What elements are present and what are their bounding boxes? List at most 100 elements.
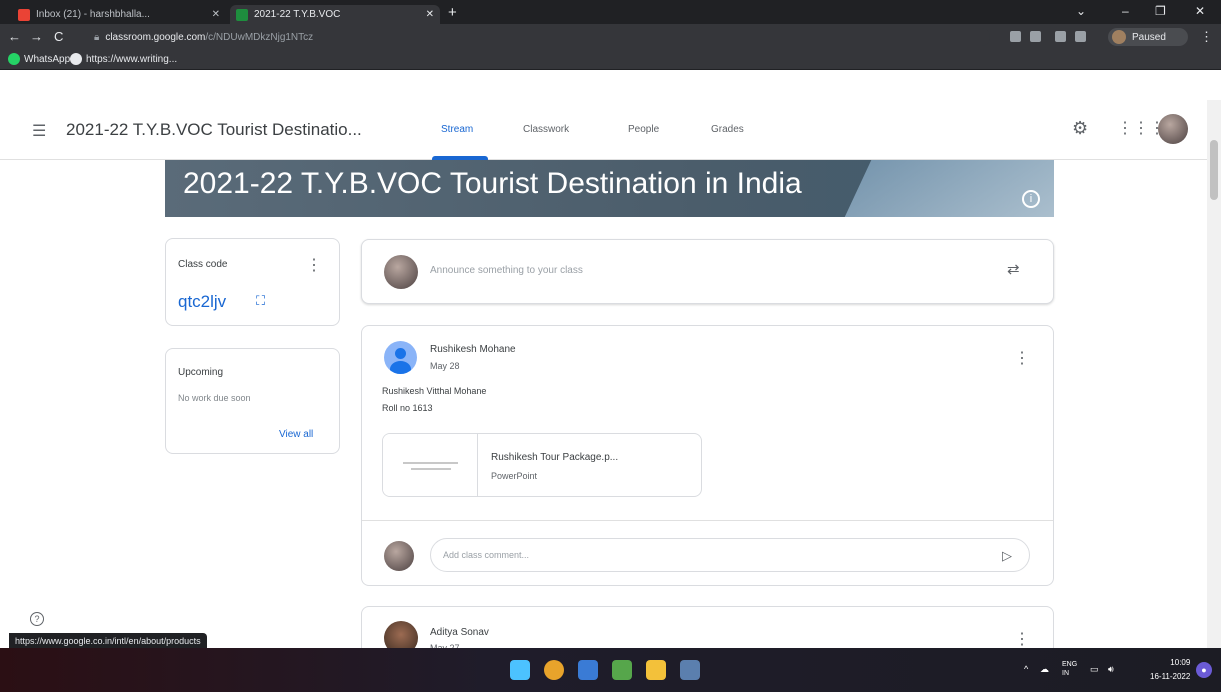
clock[interactable]: 10:09 16-11-2022: [1150, 656, 1190, 684]
upcoming-label: Upcoming: [178, 367, 224, 378]
reload-button[interactable]: C: [54, 29, 63, 44]
address-path: /c/NDUwMDkzNjg1NTcz: [205, 31, 314, 43]
files-icon[interactable]: [578, 660, 598, 680]
back-button[interactable]: ←: [8, 29, 21, 44]
class-code-value: qtc2ljv: [178, 292, 227, 311]
scrollbar[interactable]: [1207, 100, 1221, 648]
share-icon[interactable]: [1010, 31, 1021, 42]
attachment-type: PowerPoint: [491, 471, 538, 481]
class-banner: 2021-22 T.Y.B.VOC Tourist Destination in…: [165, 160, 1054, 217]
post-date: May 28: [430, 361, 460, 371]
star-icon[interactable]: [1030, 31, 1041, 42]
clock-date: 16-11-2022: [1150, 672, 1191, 681]
tab-classroom[interactable]: 2021-22 T.Y.B.VOC ✕: [230, 5, 440, 24]
attachment-name: Rushikesh Tour Package.p...: [491, 452, 619, 463]
volume-icon[interactable]: 🔊︎: [1108, 664, 1114, 675]
class-code-card: Class code ⋮ qtc2ljv ⛶: [165, 238, 340, 326]
divider: [362, 520, 1053, 521]
close-icon[interactable]: ✕: [212, 9, 220, 20]
more-options-icon[interactable]: ⋮: [306, 255, 322, 275]
tab-search-icon[interactable]: ⌄: [1076, 4, 1086, 18]
tab-title: 2021-22 T.Y.B.VOC: [254, 9, 341, 20]
more-options-icon[interactable]: ⋮: [1014, 629, 1030, 649]
avatar: [384, 341, 417, 374]
main-menu-icon[interactable]: ☰: [32, 121, 46, 141]
profile-avatar: [1112, 30, 1126, 44]
close-icon[interactable]: ✕: [426, 9, 434, 20]
browser-tabstrip: Inbox (21) - harshbhalla... ✕ 2021-22 T.…: [0, 0, 1221, 24]
tab-people[interactable]: People: [628, 124, 659, 135]
status-url: https://www.google.co.in/intl/en/about/p…: [9, 633, 207, 649]
fullscreen-icon[interactable]: ⛶: [256, 293, 265, 309]
post-text-line: Roll no 1613: [382, 403, 433, 413]
announce-placeholder[interactable]: Announce something to your class: [430, 265, 583, 276]
sidepanel-icon[interactable]: [1075, 31, 1086, 42]
address-bar[interactable]: 🔒︎ classroom.google.com /c/NDUwMDkzNjg1N…: [90, 28, 990, 46]
classroom-icon: [236, 8, 248, 21]
scrollbar-thumb[interactable]: [1210, 140, 1218, 200]
info-icon[interactable]: i: [1022, 190, 1040, 208]
language-indicator[interactable]: ENG IN: [1062, 660, 1077, 678]
attachment-thumbnail: [383, 434, 478, 496]
avatar[interactable]: [1158, 114, 1188, 144]
avatar: [384, 255, 418, 289]
windows-start-icon[interactable]: [510, 660, 530, 680]
post-text-line: Rushikesh Vitthal Mohane: [382, 386, 487, 396]
notification-icon[interactable]: ●: [1196, 662, 1212, 678]
tray-chevron-icon[interactable]: ^: [1024, 664, 1028, 674]
network-icon[interactable]: ▭: [1090, 664, 1099, 675]
upcoming-empty: No work due soon: [178, 393, 251, 403]
comment-input[interactable]: Add class comment...: [430, 538, 1030, 572]
forward-button[interactable]: →: [30, 29, 43, 44]
tab-classwork[interactable]: Classwork: [523, 124, 569, 135]
tab-stream[interactable]: Stream: [441, 124, 473, 135]
stream-post: Rushikesh Mohane May 28 ⋮ Rushikesh Vitt…: [361, 325, 1054, 586]
banner-illustration: [834, 160, 1054, 217]
gmail-icon: [18, 8, 30, 21]
post-author: Rushikesh Mohane: [430, 344, 516, 355]
classroom-appbar: ☰ 2021-22 T.Y.B.VOC Tourist Destinatio..…: [0, 100, 1221, 160]
more-options-icon[interactable]: ⋮: [1014, 348, 1030, 368]
chrome-icon[interactable]: [544, 660, 564, 680]
tab-gmail[interactable]: Inbox (21) - harshbhalla... ✕: [12, 5, 226, 24]
profile-label: Paused: [1132, 31, 1166, 43]
post-author: Aditya Sonav: [430, 627, 489, 638]
banner-title: 2021-22 T.Y.B.VOC Tourist Destination in…: [183, 167, 802, 200]
globe-icon: [70, 53, 82, 65]
tab-grades[interactable]: Grades: [711, 124, 744, 135]
announce-box[interactable]: Announce something to your class ⇄: [361, 239, 1054, 304]
folder-icon[interactable]: [646, 660, 666, 680]
cloud-icon[interactable]: ☁: [1040, 664, 1049, 675]
store-icon[interactable]: [612, 660, 632, 680]
bookmark-writing[interactable]: https://www.writing...: [70, 53, 177, 65]
class-code-label: Class code: [178, 259, 228, 270]
avatar: [384, 541, 414, 571]
bookmark-label: https://www.writing...: [86, 53, 178, 65]
calculator-icon[interactable]: [680, 660, 700, 680]
view-all-link[interactable]: View all: [279, 429, 313, 440]
class-name: 2021-22 T.Y.B.VOC Tourist Destinatio...: [66, 120, 362, 139]
tab-title: Inbox (21) - harshbhalla...: [36, 9, 150, 20]
attachment-card[interactable]: Rushikesh Tour Package.p... PowerPoint: [382, 433, 702, 497]
bookmark-whatsapp[interactable]: WhatsApp: [8, 53, 70, 65]
whatsapp-icon: [8, 53, 20, 65]
clock-time: 10:09: [1170, 658, 1191, 667]
send-icon[interactable]: ▷: [1002, 548, 1012, 564]
minimize-button[interactable]: –: [1122, 4, 1129, 18]
menu-icon[interactable]: ⋮: [1200, 29, 1213, 45]
taskbar: ^ ☁ ENG IN ▭ 🔊︎ 10:09 16-11-2022 ●: [0, 648, 1221, 692]
profile-button[interactable]: Paused: [1108, 28, 1188, 46]
bookmark-label: WhatsApp: [24, 53, 71, 65]
upcoming-card: Upcoming No work due soon View all: [165, 348, 340, 454]
new-tab-button[interactable]: +: [448, 4, 457, 21]
browser-toolbar: ← → C 🔒︎ classroom.google.com /c/NDUwMDk…: [0, 24, 1221, 50]
bookmarks-bar: WhatsApp https://www.writing...: [0, 50, 1221, 70]
lock-icon: 🔒︎: [94, 31, 100, 43]
extensions-icon[interactable]: [1055, 31, 1066, 42]
gear-icon[interactable]: ⚙: [1072, 118, 1088, 139]
maximize-button[interactable]: ❐: [1155, 4, 1166, 18]
help-icon[interactable]: ?: [30, 612, 44, 626]
repost-icon[interactable]: ⇄: [1007, 260, 1020, 278]
comment-placeholder: Add class comment...: [443, 550, 530, 560]
close-window-button[interactable]: ✕: [1195, 4, 1205, 18]
